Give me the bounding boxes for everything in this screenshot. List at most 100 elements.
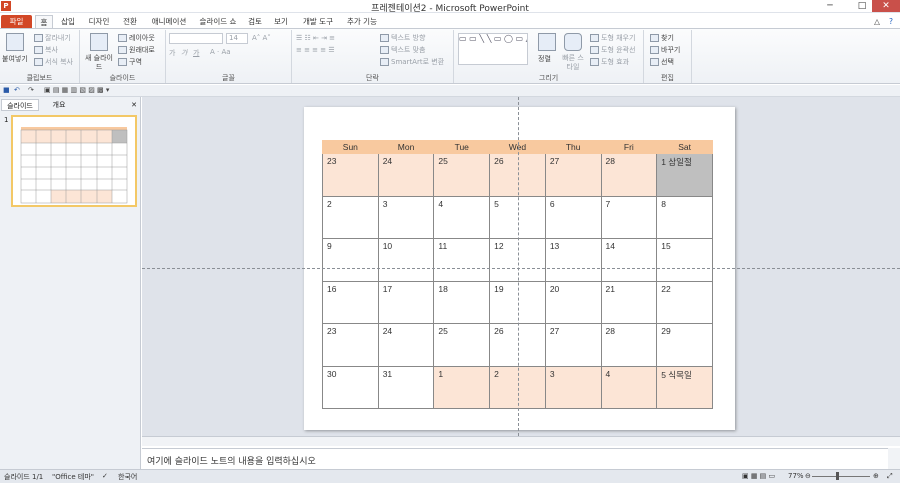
shape-effects-button[interactable]: 도형 효과	[590, 57, 629, 67]
font-color-button[interactable]: A · Aa	[210, 48, 231, 56]
tab-insert[interactable]: 삽입	[58, 15, 78, 28]
find-button[interactable]: 찾기	[650, 33, 674, 43]
help-icon[interactable]: ?	[886, 15, 896, 28]
calendar-day-cell[interactable]: 24	[377, 153, 435, 197]
calendar-day-cell[interactable]: 29	[656, 323, 713, 367]
tab-slideshow[interactable]: 슬라이드 쇼	[196, 15, 240, 28]
cut-button[interactable]: 잘라내기	[34, 33, 71, 43]
notes-scrollbar[interactable]	[888, 448, 900, 469]
calendar-day-cell[interactable]: 25	[433, 323, 491, 367]
calendar-day-cell[interactable]: 28	[600, 153, 658, 197]
calendar-day-cell[interactable]: 18	[433, 280, 491, 324]
vertical-guide[interactable]	[518, 97, 519, 436]
calendar-day-cell[interactable]: 23	[322, 153, 379, 197]
close-button[interactable]: ✕	[872, 0, 900, 12]
text-direction-button[interactable]: 텍스트 방향	[380, 33, 425, 43]
replace-button[interactable]: 바꾸기	[650, 45, 680, 55]
notes-placeholder[interactable]: 여기에 슬라이드 노트의 내용을 입력하십시오	[147, 454, 316, 467]
shape-fill-button[interactable]: 도형 채우기	[590, 33, 635, 43]
tab-file[interactable]: 파일	[1, 15, 32, 28]
calendar-day-cell[interactable]: 22	[656, 280, 713, 324]
zoom-slider[interactable]	[812, 476, 870, 477]
new-slide-button[interactable]: 새 슬라이드	[82, 54, 116, 72]
calendar-day-cell[interactable]: 24	[377, 323, 435, 367]
paste-button[interactable]: 붙여넣기	[2, 54, 28, 64]
slide-thumbnail[interactable]	[11, 115, 137, 207]
reset-button[interactable]: 원래대로	[118, 45, 155, 55]
tab-transitions[interactable]: 전환	[119, 15, 141, 28]
horizontal-guide[interactable]	[142, 268, 900, 269]
zoom-slider-thumb[interactable]	[836, 472, 839, 480]
calendar-day-cell[interactable]: 15	[656, 238, 713, 282]
calendar-day-cell[interactable]: 31	[377, 365, 435, 409]
calendar-day-cell[interactable]: 1 삼일절	[656, 153, 713, 197]
calendar-day-cell[interactable]: 13	[544, 238, 602, 282]
tab-home[interactable]: 홈	[35, 15, 53, 28]
copy-button[interactable]: 복사	[34, 45, 58, 55]
calendar-day-cell[interactable]: 30	[322, 365, 379, 409]
italic-button[interactable]: 가	[181, 48, 187, 58]
view-buttons[interactable]: ▣ ▦ ▤ ▭	[742, 472, 775, 480]
tab-slides-pane[interactable]: 슬라이드	[1, 99, 39, 111]
calendar-day-cell[interactable]: 27	[544, 323, 602, 367]
maximize-button[interactable]: □	[852, 0, 872, 12]
grow-font-button[interactable]: A˄ A˅	[252, 34, 271, 42]
tab-addins[interactable]: 추가 기능	[342, 15, 382, 28]
notes-pane[interactable]: 여기에 슬라이드 노트의 내용을 입력하십시오	[142, 448, 888, 469]
calendar-day-cell[interactable]: 25	[433, 153, 491, 197]
quick-styles-button[interactable]: 빠른 스타일	[560, 54, 586, 72]
calendar-day-cell[interactable]: 27	[544, 153, 602, 197]
calendar-day-cell[interactable]: 20	[544, 280, 602, 324]
calendar-day-cell[interactable]: 21	[600, 280, 658, 324]
calendar-day-cell[interactable]: 5 식목일	[656, 365, 713, 409]
tab-developer[interactable]: 개발 도구	[298, 15, 338, 28]
tab-view[interactable]: 보기	[271, 15, 291, 28]
undo-icon[interactable]: ↶	[14, 86, 20, 94]
font-name-box[interactable]	[169, 33, 223, 44]
layout-button[interactable]: 레이아웃	[118, 33, 155, 43]
calendar-day-cell[interactable]: 10	[377, 238, 435, 282]
horizontal-scrollbar[interactable]	[142, 436, 900, 446]
format-painter-button[interactable]: 서식 복사	[34, 57, 73, 67]
minimize-button[interactable]: ─	[820, 0, 840, 12]
align-buttons[interactable]: ≡ ≡ ≡ ≡ ☰	[296, 46, 335, 54]
calendar-day-cell[interactable]: 17	[377, 280, 435, 324]
save-icon[interactable]: ■	[3, 86, 10, 94]
redo-icon[interactable]: ↷	[28, 86, 34, 94]
arrange-button[interactable]: 정렬	[538, 54, 551, 64]
calendar-day-cell[interactable]: 11	[433, 238, 491, 282]
calendar-day-cell[interactable]: 14	[600, 238, 658, 282]
calendar-day-cell[interactable]: 8	[656, 195, 713, 239]
align-text-button[interactable]: 텍스트 맞춤	[380, 45, 425, 55]
spellcheck-icon[interactable]: ✓	[102, 472, 108, 480]
tab-animations[interactable]: 애니메이션	[147, 15, 191, 28]
underline-button[interactable]: 가	[193, 48, 199, 58]
calendar-day-cell[interactable]: 23	[322, 323, 379, 367]
shapes-gallery[interactable]: ▭ ▭ ╲ ╲ ▭ ◯ ▭ △ ⌐ ⌐ ⌐ ⇩ ⇨ ◇ △ ∿ ⌒ { } ☆	[458, 33, 528, 65]
calendar-day-cell[interactable]: 4	[600, 365, 658, 409]
close-pane-icon[interactable]: ✕	[129, 99, 139, 111]
calendar-day-cell[interactable]: 9	[322, 238, 379, 282]
bold-button[interactable]: 가	[169, 48, 175, 58]
smartart-button[interactable]: SmartArt로 변환	[380, 57, 444, 67]
calendar-day-cell[interactable]: 28	[600, 323, 658, 367]
select-button[interactable]: 선택	[650, 57, 674, 67]
ribbon-collapse-icon[interactable]: △	[872, 15, 882, 28]
tab-design[interactable]: 디자인	[85, 15, 113, 28]
bullets-button[interactable]: ☰ ☷ ⇤ ⇥ ≡	[296, 34, 335, 42]
calendar-day-cell[interactable]: 1	[433, 365, 491, 409]
zoom-in-icon[interactable]: ⊕	[873, 472, 879, 480]
font-size-box[interactable]: 14	[226, 33, 248, 44]
calendar-day-cell[interactable]: 3	[377, 195, 435, 239]
calendar-day-cell[interactable]: 4	[433, 195, 491, 239]
language[interactable]: 한국어	[118, 472, 137, 482]
calendar-day-cell[interactable]: 2	[322, 195, 379, 239]
shape-outline-button[interactable]: 도형 윤곽선	[590, 45, 635, 55]
fit-to-window-icon[interactable]: ⤢	[887, 472, 893, 481]
zoom-out-icon[interactable]: ⊖	[805, 472, 811, 480]
toolbar-icons[interactable]: ▣ ▤ ▦ ▥ ▧ ▨ ▩ ▾	[44, 86, 109, 94]
calendar-day-cell[interactable]: 7	[600, 195, 658, 239]
section-button[interactable]: 구역	[118, 57, 142, 67]
calendar-day-cell[interactable]: 3	[544, 365, 602, 409]
tab-review[interactable]: 검토	[245, 15, 265, 28]
